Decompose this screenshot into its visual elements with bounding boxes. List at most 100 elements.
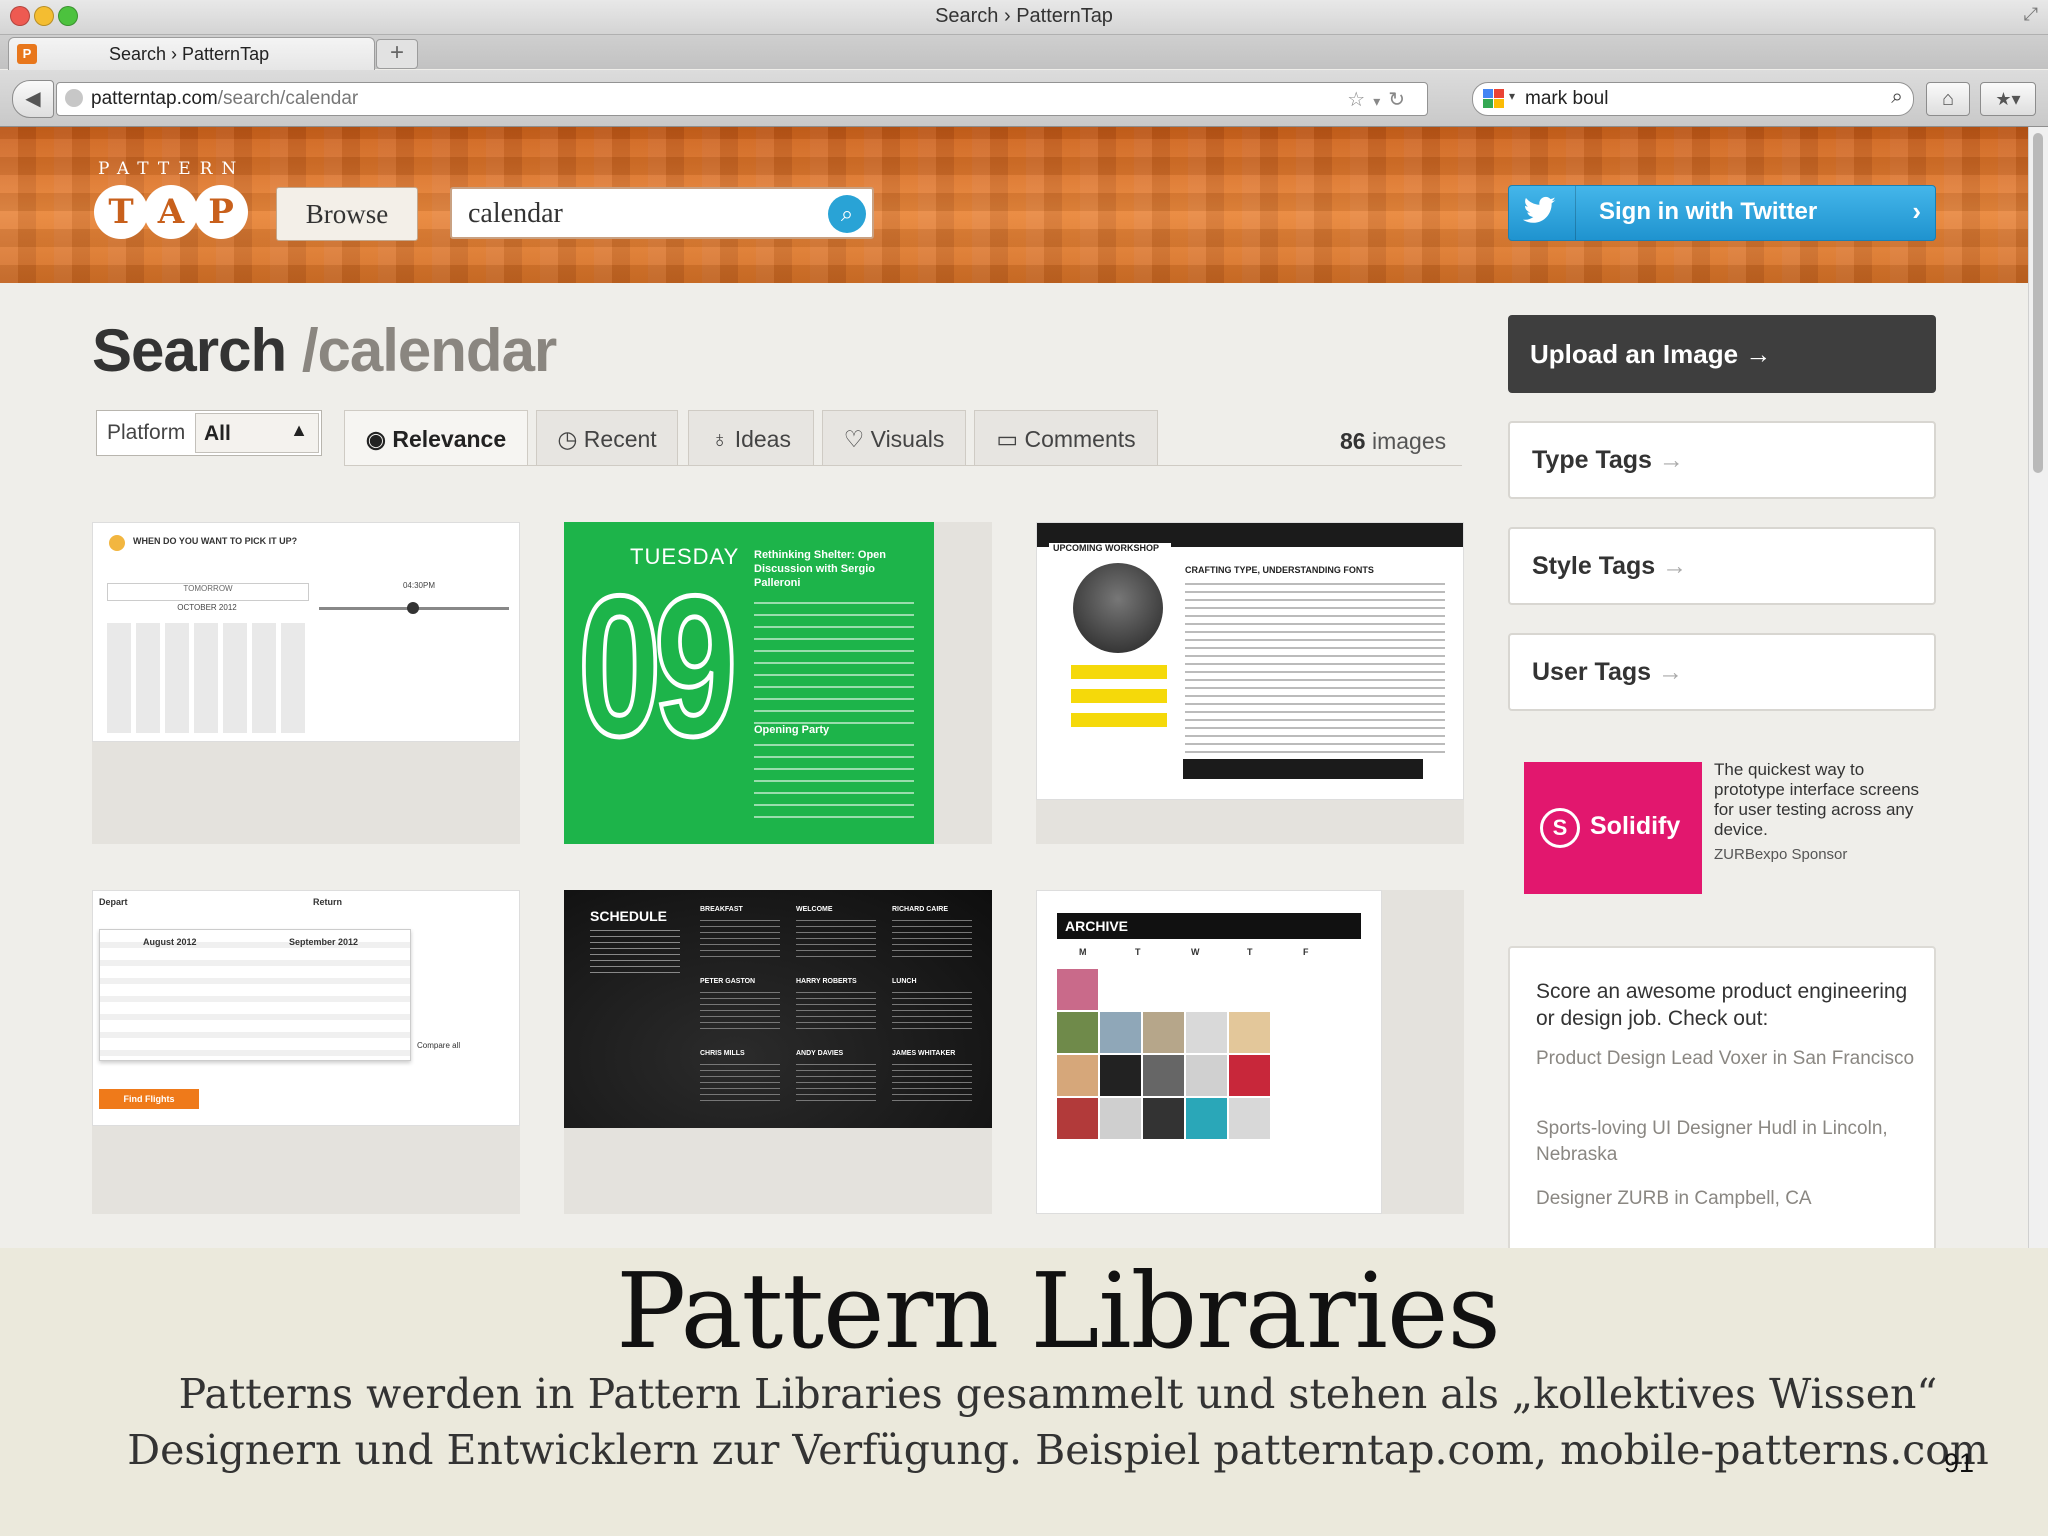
logo-letter-t[interactable]: T (94, 185, 148, 239)
thumb-text: UPCOMING WORKSHOP (1049, 543, 1171, 561)
thumbnail-card[interactable]: ARCHIVE M T W T F (1036, 890, 1464, 1214)
platform-select[interactable]: All ▲ (195, 413, 319, 453)
yellow-button (1071, 713, 1167, 727)
thumb-lines (1185, 583, 1445, 753)
thumbnail-image[interactable]: SCHEDULE BREAKFAST WELCOME RICHARD CAIRE PE… (564, 890, 992, 1128)
reload-icon[interactable]: ↻ (1388, 89, 1413, 111)
window-titlebar: Search › PatternTap ⤢ (0, 0, 2048, 35)
thumb-text: 04:30PM (402, 581, 436, 590)
url-actions[interactable]: ☆▾↻ (1347, 87, 1413, 112)
browser-search-text: mark boul (1525, 88, 1609, 109)
avatar (1073, 563, 1163, 653)
site-search-input[interactable] (466, 197, 820, 231)
browser-search-bar[interactable]: ▾ mark boul ⌕ (1472, 82, 1914, 116)
platform-filter: Platform All ▲ (96, 410, 322, 456)
slide-subtitle-line-2: Designern und Entwicklern zur Verfügung.… (127, 1426, 1989, 1474)
archive-tile (1057, 1012, 1098, 1053)
thumb-text: Depart (99, 897, 128, 907)
google-icon[interactable] (1483, 89, 1505, 109)
ad-sponsor: ZURBexpo Sponsor (1714, 846, 1848, 863)
thumbnail-image[interactable]: WHEN DO YOU WANT TO PICK IT UP? TOMORROW… (92, 522, 520, 742)
schedule-item: ANDY DAVIES (796, 1050, 882, 1112)
schedule-item-lines (796, 1064, 876, 1104)
schedule-item-title: CHRIS MILLS (700, 1050, 745, 1057)
home-button[interactable]: ⌂ (1926, 82, 1970, 116)
bookmarks-button[interactable]: ★▾ (1980, 82, 2036, 116)
thumb-text: SCHEDULE (590, 908, 668, 924)
schedule-item-lines (700, 1064, 780, 1104)
thumb-lines (754, 602, 914, 732)
new-tab-button[interactable]: + (376, 39, 418, 69)
thumb-text: CRAFTING TYPE, UNDERSTANDING FONTS (1185, 565, 1374, 575)
schedule-grid: BREAKFAST WELCOME RICHARD CAIRE PETER GASTO… (700, 906, 990, 1116)
schedule-item: WELCOME (796, 906, 882, 968)
type-tags-button[interactable]: Type Tags → (1508, 421, 1936, 499)
archive-tile (1100, 1055, 1141, 1096)
job-link[interactable]: Designer ZURB in Campbell, CA (1536, 1186, 1916, 1212)
thumbnail-card[interactable]: UPCOMING WORKSHOP CRAFTING TYPE, UNDERST… (1036, 522, 1464, 844)
sign-in-twitter-button[interactable]: Sign in with Twitter › (1508, 185, 1936, 241)
archive-tile (1229, 1012, 1270, 1053)
style-tags-button[interactable]: Style Tags → (1508, 527, 1936, 605)
schedule-item-title: WELCOME (796, 906, 833, 913)
slide-page-number: 91 (1944, 1448, 1975, 1478)
thumbnail-image[interactable]: ARCHIVE M T W T F (1036, 890, 1382, 1214)
browser-tab-label: Search › PatternTap (109, 44, 270, 64)
thumb-lines (754, 744, 914, 828)
site-search-box: ⌕ (450, 187, 874, 239)
archive-tile (1229, 1055, 1270, 1096)
engine-dropdown-icon[interactable]: ▾ (1509, 89, 1515, 103)
upload-image-button[interactable]: Upload an Image → (1508, 315, 1936, 393)
logo-letter-a[interactable]: A (144, 185, 198, 239)
scrollbar-thumb[interactable] (2033, 133, 2043, 473)
schedule-item-title: RICHARD CAIRE (892, 906, 948, 913)
schedule-item-lines (796, 992, 876, 1032)
thumbnail-image[interactable]: UPCOMING WORKSHOP CRAFTING TYPE, UNDERST… (1036, 522, 1464, 800)
radio-icon: ◉ (365, 426, 386, 452)
thumb-text: OCTOBER 2012 (177, 603, 237, 612)
thumbnail-card[interactable]: SCHEDULE BREAKFAST WELCOME RICHARD CAIRE PE… (564, 890, 992, 1214)
schedule-item-title: PETER GASTON (700, 978, 756, 985)
fullscreen-icon[interactable]: ⤢ (2024, 4, 2038, 25)
dropdown-arrow-icon[interactable]: ▾ (1373, 93, 1388, 109)
date-picker (99, 929, 411, 1061)
thumbnail-card[interactable]: WHEN DO YOU WANT TO PICK IT UP? TOMORROW… (92, 522, 520, 844)
schedule-item: BREAKFAST (700, 906, 786, 968)
thumb-text: August 2012 (143, 937, 197, 947)
thumb-text: TOMORROW (107, 583, 309, 601)
weekday-label: W (1191, 947, 1200, 957)
slider-handle (407, 602, 419, 614)
thumb-text: WHEN DO YOU WANT TO PICK IT UP? (133, 536, 298, 546)
tab-comments[interactable]: ▭ Comments (974, 410, 1158, 466)
twitter-bird-icon (1523, 196, 1557, 234)
browse-button[interactable]: Browse (276, 187, 418, 241)
url-bar[interactable]: patterntap.com/search/calendar ☆▾↻ (56, 82, 1428, 116)
thumbnail-card[interactable]: TUESDAY 09 Rethinking Shelter: Open Disc… (564, 522, 992, 844)
tab-ideas[interactable]: ♁ Ideas (688, 410, 814, 466)
ad-copy[interactable]: The quickest way to prototype interface … (1714, 760, 1928, 840)
tab-recent[interactable]: ◷ Recent (536, 410, 678, 466)
schedule-item: RICHARD CAIRE (892, 906, 978, 968)
browser-tab[interactable]: P Search › PatternTap (8, 37, 375, 70)
thumbnail-card[interactable]: Depart Return August 2012 September 2012… (92, 890, 520, 1214)
bookmark-star-icon[interactable]: ☆ (1347, 89, 1373, 111)
archive-tile (1186, 1055, 1227, 1096)
schedule-item-title: ANDY DAVIES (796, 1050, 844, 1057)
search-icon[interactable]: ⌕ (828, 195, 866, 233)
search-icon[interactable]: ⌕ (1891, 85, 1903, 109)
platform-value: All (204, 422, 231, 445)
arrow-right-icon: → (1745, 339, 1772, 369)
archive-tile (1186, 1012, 1227, 1053)
user-tags-button[interactable]: User Tags → (1508, 633, 1936, 711)
yellow-button (1071, 689, 1167, 703)
logo-letter-p[interactable]: P (194, 185, 248, 239)
page-scrollbar[interactable] (2028, 127, 2048, 1248)
solidify-ad-logo[interactable]: S Solidify (1524, 762, 1702, 894)
thumbnail-image[interactable]: Depart Return August 2012 September 2012… (92, 890, 520, 1126)
thumbnail-image[interactable]: TUESDAY 09 Rethinking Shelter: Open Disc… (564, 522, 934, 844)
job-link[interactable]: Sports-loving UI Designer Hudl in Lincol… (1536, 1116, 1916, 1168)
tab-visuals[interactable]: ♡ Visuals (822, 410, 966, 466)
back-button[interactable]: ◀ (12, 80, 54, 118)
job-link[interactable]: Product Design Lead Voxer in San Francis… (1536, 1046, 1916, 1072)
tab-relevance[interactable]: ◉ Relevance (344, 410, 528, 466)
